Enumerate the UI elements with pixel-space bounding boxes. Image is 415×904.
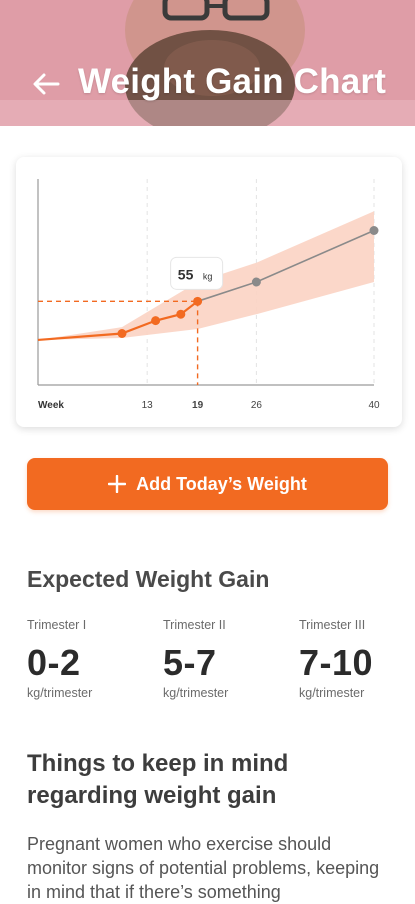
trimester-name: Trimester III (299, 618, 366, 632)
x-tick-label-40: 40 (368, 400, 380, 411)
trimester-unit: kg/trimester (163, 686, 229, 700)
trimester-name: Trimester II (163, 618, 226, 632)
trimester-1: Trimester I 0-2 kg/trimester (27, 618, 157, 700)
arrow-left-icon (33, 73, 60, 95)
projected-point-week-26 (251, 277, 261, 287)
actual-point-week-19 (193, 296, 203, 306)
add-todays-weight-button[interactable]: Add Today’s Weight (27, 458, 388, 510)
back-button[interactable] (28, 66, 64, 102)
plus-icon (108, 475, 127, 493)
weight-gain-chart[interactable]: 55 kg Week 13 19 26 40 (16, 157, 402, 427)
trimester-value: 0-2 (27, 642, 81, 683)
x-axis-week-label: Week (38, 400, 64, 411)
header-banner: Weight Gain Chart (0, 0, 415, 126)
add-todays-weight-label: Add Today’s Weight (136, 473, 307, 494)
x-tick-label-26: 26 (251, 400, 263, 411)
tips-title: Things to keep in mind regarding weight … (27, 750, 289, 809)
trimester-unit: kg/trimester (27, 686, 93, 700)
weight-chart-card[interactable]: 55 kg Week 13 19 26 40 (16, 157, 402, 427)
actual-point-week-17 (176, 309, 186, 319)
tooltip-value: 55 (178, 266, 194, 282)
actual-point-week-14 (151, 316, 161, 326)
expected-weight-gain-title: Expected Weight Gain (27, 566, 270, 592)
actual-point-week-10 (117, 329, 127, 338)
tooltip-unit: kg (203, 271, 213, 281)
trimester-value: 7-10 (299, 642, 374, 683)
trimester-2: Trimester II 5-7 kg/trimester (163, 618, 293, 700)
trimester-unit: kg/trimester (299, 686, 365, 700)
x-tick-label-19: 19 (192, 400, 204, 411)
x-tick-label-13: 13 (142, 400, 154, 411)
trimester-value: 5-7 (163, 642, 217, 683)
trimester-3: Trimester III 7-10 kg/trimester (299, 618, 415, 700)
page-title: Weight Gain Chart (78, 62, 387, 101)
tips-body: Pregnant women who exercise should monit… (27, 834, 380, 902)
trimester-name: Trimester I (27, 618, 87, 632)
projected-point-week-40 (369, 226, 379, 235)
